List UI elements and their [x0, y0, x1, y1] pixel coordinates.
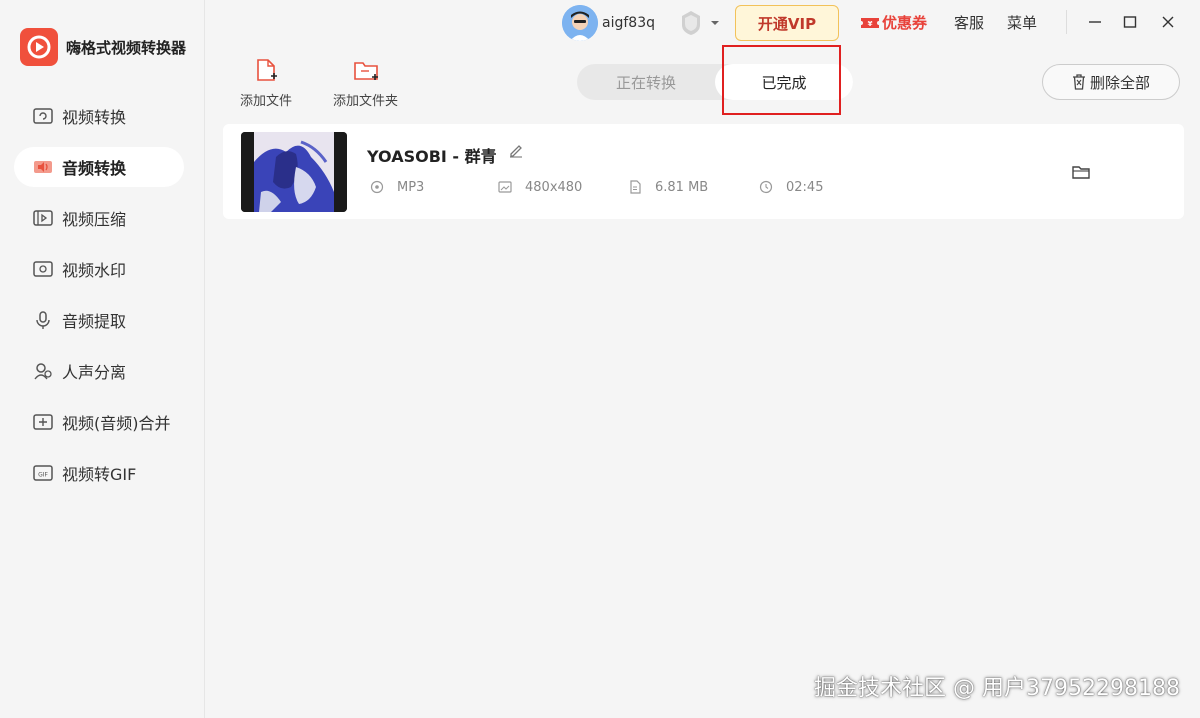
title-bar: aigf83q 开通VIP ¥ 优惠券 客服 菜单	[205, 0, 1200, 46]
size-meta: 6.81 MB	[627, 179, 708, 195]
sidebar-item-label: 人声分离	[62, 363, 127, 382]
sidebar-item-gif[interactable]: GIF 视频转GIF	[14, 453, 184, 493]
delete-all-label: 删除全部	[1089, 73, 1150, 92]
annotation-highlight-box	[722, 45, 841, 115]
app-name: 嗨格式视频转换器	[66, 38, 187, 57]
sidebar-item-video-watermark[interactable]: 视频水印	[14, 249, 184, 289]
user-profile[interactable]: aigf83q	[562, 5, 655, 41]
tab-converting[interactable]: 正在转换	[577, 64, 715, 100]
audio-convert-icon	[32, 156, 54, 178]
sidebar-item-label: 音频提取	[62, 312, 127, 331]
sidebar-item-label: 音频转换	[62, 159, 127, 178]
menu-button[interactable]: 菜单	[1007, 12, 1037, 33]
add-file-label: 添加文件	[240, 94, 293, 109]
sidebar-item-audio-convert[interactable]: 音频转换	[14, 147, 184, 187]
avatar[interactable]	[562, 5, 598, 41]
audio-extract-icon	[32, 309, 54, 331]
coupon-label: 优惠券	[882, 14, 928, 32]
sidebar-item-label: 视频转换	[62, 108, 127, 127]
maximize-icon	[1123, 16, 1137, 28]
svg-text:GIF: GIF	[38, 472, 48, 479]
pencil-icon	[510, 145, 522, 158]
open-folder-button[interactable]	[1072, 164, 1090, 184]
watermark-text: 掘金技术社区 @ 用户37952298188	[814, 676, 1180, 701]
video-convert-icon	[32, 105, 54, 127]
video-compress-icon	[32, 207, 54, 229]
file-title: YOASOBI - 群青	[367, 147, 497, 166]
resolution-meta: 480x480	[497, 179, 582, 195]
voice-separate-icon	[32, 360, 54, 382]
maximize-button[interactable]	[1120, 12, 1140, 32]
sidebar-item-label: 视频转GIF	[62, 465, 137, 484]
file-format: MP3	[397, 179, 425, 195]
app-logo-icon	[20, 28, 58, 66]
sidebar-item-merge[interactable]: 视频(音频)合并	[14, 402, 184, 442]
svg-text:¥: ¥	[868, 20, 873, 28]
gif-icon: GIF	[32, 462, 54, 484]
format-meta: MP3	[369, 179, 424, 195]
open-vip-button[interactable]: 开通VIP	[735, 5, 839, 41]
add-folder-label: 添加文件夹	[333, 94, 399, 109]
delete-all-button[interactable]: 删除全部	[1042, 64, 1180, 100]
duration-meta: 02:45	[758, 179, 823, 195]
username: aigf83q	[602, 15, 655, 31]
sidebar-item-video-compress[interactable]: 视频压缩	[14, 198, 184, 238]
video-watermark-icon	[32, 258, 54, 280]
clock-icon	[758, 179, 774, 195]
minimize-icon	[1089, 21, 1101, 23]
sidebar: 嗨格式视频转换器 视频转换 音频转换 视频压缩 视频水印 音频提取 人声分离 视…	[0, 0, 205, 718]
minimize-button[interactable]	[1085, 12, 1105, 32]
sidebar-item-voice-separate[interactable]: 人声分离	[14, 351, 184, 391]
add-folder-button[interactable]: 添加文件夹	[333, 58, 398, 109]
sidebar-item-audio-extract[interactable]: 音频提取	[14, 300, 184, 340]
add-folder-icon	[353, 58, 379, 84]
folder-icon	[1072, 166, 1090, 179]
file-resolution: 480x480	[525, 179, 583, 195]
member-badge-dropdown[interactable]	[676, 8, 720, 38]
close-button[interactable]	[1158, 12, 1178, 32]
add-file-icon	[253, 58, 279, 84]
sidebar-item-label: 视频(音频)合并	[62, 414, 171, 433]
close-icon	[1162, 16, 1174, 28]
file-duration: 02:45	[786, 179, 824, 195]
edit-name-button[interactable]	[508, 142, 524, 162]
member-badge-icon	[682, 11, 700, 35]
format-icon	[369, 179, 385, 195]
file-size: 6.81 MB	[655, 179, 709, 195]
customer-service-button[interactable]: 客服	[954, 12, 984, 33]
brand: 嗨格式视频转换器	[20, 28, 186, 66]
sidebar-item-label: 视频水印	[62, 261, 127, 280]
merge-icon	[32, 411, 54, 433]
file-size-icon	[627, 179, 643, 195]
chevron-down-icon	[711, 21, 719, 25]
sidebar-item-video-convert[interactable]: 视频转换	[14, 96, 184, 136]
add-file-button[interactable]: 添加文件	[240, 58, 292, 109]
file-list-item[interactable]: YOASOBI - 群青 MP3 480x480 6.81 MB 02:45	[223, 124, 1184, 219]
sidebar-item-label: 视频压缩	[62, 210, 127, 229]
coupon-icon: ¥	[861, 17, 879, 28]
resolution-icon	[497, 179, 513, 195]
divider	[1066, 10, 1067, 34]
trash-icon	[1072, 74, 1085, 90]
file-thumbnail	[241, 132, 347, 212]
coupon-button[interactable]: ¥ 优惠券	[860, 12, 927, 33]
sidebar-nav: 视频转换 音频转换 视频压缩 视频水印 音频提取 人声分离 视频(音频)合并 G…	[14, 96, 184, 504]
